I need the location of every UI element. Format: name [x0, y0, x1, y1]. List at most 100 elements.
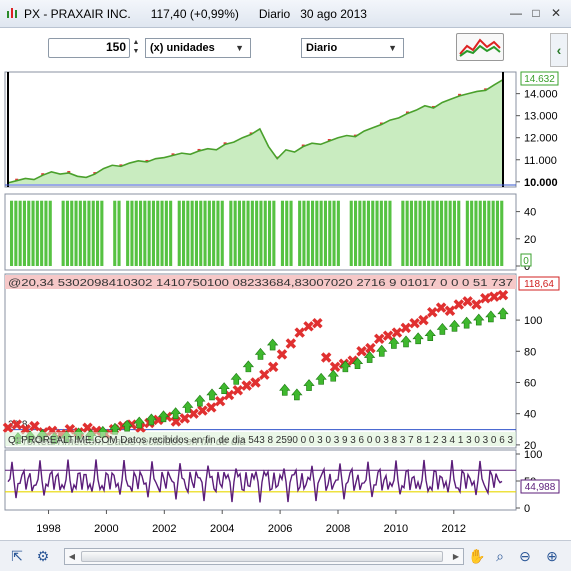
x-tick-label: 2000 [94, 523, 118, 535]
volume-bar [384, 200, 388, 266]
volume-bar [61, 200, 65, 266]
volume-bar [22, 200, 26, 266]
volume-bar [70, 200, 74, 266]
volume-bar [362, 200, 366, 266]
stepper-down-icon[interactable]: ▼ [129, 47, 143, 56]
volume-bar [422, 200, 426, 266]
x-tick-label: 2010 [384, 523, 408, 535]
volume-bar [83, 200, 87, 266]
volume-bar [190, 200, 194, 266]
y-tick-label: 20 [524, 234, 536, 246]
y-tick-label: 10.000 [524, 177, 558, 189]
chart-export-icon[interactable]: ⇱ [6, 545, 28, 567]
scroll-left-icon[interactable]: ◀ [65, 549, 79, 564]
signals-header-text: @20,34 5302098410302 1410750100 08233684… [8, 278, 514, 289]
volume-bar [311, 200, 315, 266]
volume-bar [74, 200, 78, 266]
volume-bar [427, 200, 431, 266]
maximize-button[interactable]: □ [527, 5, 545, 21]
volume-bar [126, 200, 130, 266]
indicator-settings-icon[interactable]: ⚙ [32, 545, 54, 567]
volume-bar [268, 200, 272, 266]
volume-bar [302, 200, 306, 266]
volume-bar [18, 200, 22, 266]
window-titlebar: PX - PRAXAIR INC. 117,40 (+0,99%) Diario… [0, 0, 571, 28]
close-button[interactable]: ✕ [547, 5, 565, 21]
time-scrollbar[interactable]: ◀ ▶ [64, 548, 464, 565]
minimize-button[interactable]: — [507, 5, 525, 21]
zoom-in-icon[interactable]: ⊕ [541, 545, 563, 567]
volume-bar [255, 200, 259, 266]
volume-bar [212, 200, 216, 266]
volume-bar [280, 200, 284, 266]
volume-bar [207, 200, 211, 266]
volume-bar [495, 200, 499, 266]
chart-style-icon [459, 38, 501, 57]
volume-bar [233, 200, 237, 266]
units-select[interactable]: (x) unidades ▼ [145, 38, 251, 58]
volume-bar [470, 200, 474, 266]
volume-bar [216, 200, 220, 266]
volume-bar [182, 200, 186, 266]
volume-bar [35, 200, 39, 266]
volume-bar [405, 200, 409, 266]
volume-bar [263, 200, 267, 266]
period-select-value: Diario [306, 42, 338, 54]
volume-bar [130, 200, 134, 266]
side-panel-toggle-icon[interactable]: ‹ [550, 33, 568, 67]
volume-bar [48, 200, 52, 266]
y-tick-label: 40 [524, 409, 536, 421]
volume-bar [371, 200, 375, 266]
volume-bar [143, 200, 147, 266]
chart-style-button[interactable] [456, 33, 504, 61]
volume-bar [31, 200, 35, 266]
volume-bar [457, 200, 461, 266]
bottom-toolbar: ⇱ ⚙ ◀ ▶ ✋ ⌕ ⊖ ⊕ [0, 540, 571, 571]
volume-bar [298, 200, 302, 266]
volume-bar [194, 200, 198, 266]
volume-bar [65, 200, 69, 266]
volume-bars [10, 200, 504, 266]
volume-bar [151, 200, 155, 266]
volume-bar [285, 200, 289, 266]
oscillator-current-value: 44,988 [525, 482, 556, 493]
y-tick-label: 60 [524, 377, 536, 389]
quantity-stepper[interactable]: ▲ ▼ [129, 38, 143, 58]
y-tick-label: 100 [524, 449, 542, 461]
y-tick-label: 100 [524, 315, 542, 327]
hand-tool-icon[interactable]: ✋ [466, 545, 488, 567]
chart-canvas: 14.000 13.000 12.000 11.000 10.000 14.632 40… [2, 71, 560, 535]
volume-bar [96, 200, 100, 266]
volume-bar [354, 200, 358, 266]
y-tick-label: 80 [524, 346, 536, 358]
volume-bar [388, 200, 392, 266]
zoom-fit-icon[interactable]: ⌕ [489, 545, 511, 567]
volume-bar [117, 200, 121, 266]
volume-bar [100, 200, 104, 266]
volume-bar [229, 200, 233, 266]
stepper-up-icon[interactable]: ▲ [129, 38, 143, 47]
scroll-right-icon[interactable]: ▶ [449, 549, 463, 564]
volume-bar [87, 200, 91, 266]
volume-bar [418, 200, 422, 266]
period-select[interactable]: Diario ▼ [301, 38, 404, 58]
window-title: PX - PRAXAIR INC. 117,40 (+0,99%) Diario… [24, 7, 367, 21]
x-tick-label: 1998 [36, 523, 60, 535]
zoom-out-icon[interactable]: ⊖ [514, 545, 536, 567]
volume-bar [139, 200, 143, 266]
volume-bar [220, 200, 224, 266]
app-icon [7, 8, 17, 18]
x-tick-label: 2012 [442, 523, 466, 535]
volume-bar [259, 200, 263, 266]
volume-bar [332, 200, 336, 266]
scroll-thumb[interactable] [81, 551, 443, 562]
volume-bar [199, 200, 203, 266]
volume-bar [315, 200, 319, 266]
signals-footer-text: Q: PROREALTIME.COM Datos recibidos en fi… [8, 435, 513, 446]
volume-bar [474, 200, 478, 266]
volume-bar [319, 200, 323, 266]
volume-bar [44, 200, 48, 266]
quantity-value[interactable]: 150 [48, 38, 130, 56]
y-tick-label: 11.000 [524, 155, 557, 167]
volume-bar [113, 200, 117, 266]
